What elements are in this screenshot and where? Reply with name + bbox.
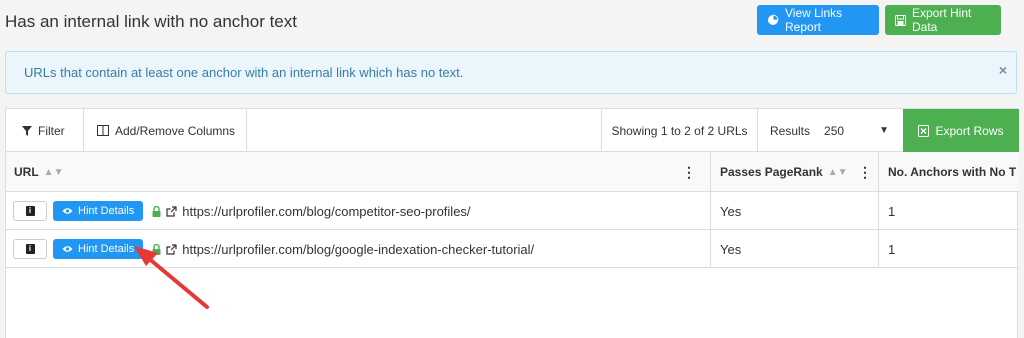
export-rows-label: Export Rows: [935, 123, 1004, 138]
info-alert-text: URLs that contain at least one anchor wi…: [24, 65, 464, 80]
info-button[interactable]: i: [13, 239, 47, 259]
column-header-anchors-no-text[interactable]: No. Anchors with No T: [879, 152, 1019, 192]
table-toolbar: Filter Add/Remove Columns Showing 1 to 2…: [6, 109, 1019, 152]
view-links-report-label: View Links Report: [785, 6, 843, 34]
filter-icon: [22, 125, 32, 136]
hint-details-label: Hint Details: [78, 243, 135, 255]
export-hint-data-button[interactable]: Export Hint Data: [885, 5, 1001, 35]
results-per-page-select[interactable]: Results 250 ▼: [758, 109, 903, 152]
url-link[interactable]: https://urlprofiler.com/blog/google-inde…: [182, 242, 534, 257]
info-button[interactable]: i: [13, 201, 47, 221]
table-row: i Hint Details https://urlprofiler.com/b…: [6, 192, 1019, 230]
results-label: Results: [770, 123, 811, 138]
columns-icon: [97, 125, 109, 136]
column-header-passes-pagerank[interactable]: Passes PageRank ▲▼ ⋮: [711, 152, 879, 192]
excel-icon: [918, 124, 930, 137]
info-icon: i: [25, 244, 35, 254]
eye-icon: [62, 208, 73, 214]
lock-icon: [152, 205, 161, 217]
caret-down-icon: ▼: [879, 125, 889, 136]
close-icon[interactable]: ×: [999, 62, 1007, 78]
results-value: 250: [824, 123, 845, 138]
column-menu-icon[interactable]: ⋮: [858, 164, 872, 181]
pie-chart-icon: [768, 14, 779, 25]
sort-icon[interactable]: ▲▼: [828, 167, 848, 178]
hint-details-button[interactable]: Hint Details: [53, 201, 144, 221]
column-passes-pagerank-label: Passes PageRank: [720, 165, 823, 179]
export-hint-data-label: Export Hint Data: [912, 6, 972, 34]
anchors-count-cell: 1: [888, 203, 896, 219]
showing-count: Showing 1 to 2 of 2 URLs: [601, 109, 758, 152]
url-link[interactable]: https://urlprofiler.com/blog/competitor-…: [182, 204, 470, 219]
add-remove-columns-label: Add/Remove Columns: [115, 123, 236, 138]
filter-label: Filter: [38, 123, 65, 138]
passes-pagerank-cell: Yes: [711, 192, 879, 230]
url-cell: i Hint Details https://urlprofiler.com/b…: [6, 192, 711, 230]
annotation-arrow: [134, 246, 209, 309]
eye-icon: [62, 246, 73, 252]
column-url-label: URL: [14, 165, 39, 179]
filter-button[interactable]: Filter: [6, 109, 84, 152]
sort-icon[interactable]: ▲▼: [44, 167, 64, 178]
info-alert: URLs that contain at least one anchor wi…: [5, 51, 1017, 94]
external-link-icon[interactable]: [166, 205, 177, 217]
column-header-url[interactable]: URL ▲▼ ⋮: [6, 152, 711, 192]
info-icon: i: [25, 206, 35, 216]
column-anchors-label: No. Anchors with No T: [888, 165, 1017, 179]
export-rows-button[interactable]: Export Rows: [903, 109, 1019, 152]
passes-pagerank-cell: Yes: [711, 230, 879, 268]
anchors-count-cell: 1: [888, 241, 896, 257]
table-header: URL ▲▼ ⋮ Passes PageRank ▲▼ ⋮ No. Anchor…: [6, 152, 1019, 192]
save-icon: [895, 14, 906, 26]
hint-details-label: Hint Details: [78, 205, 135, 217]
page-title: Has an internal link with no anchor text: [5, 12, 297, 31]
add-remove-columns-button[interactable]: Add/Remove Columns: [84, 109, 247, 152]
view-links-report-button[interactable]: View Links Report: [757, 5, 879, 35]
column-menu-icon[interactable]: ⋮: [682, 164, 696, 181]
url-cell: i Hint Details https://urlprofiler.com/b…: [6, 230, 711, 268]
